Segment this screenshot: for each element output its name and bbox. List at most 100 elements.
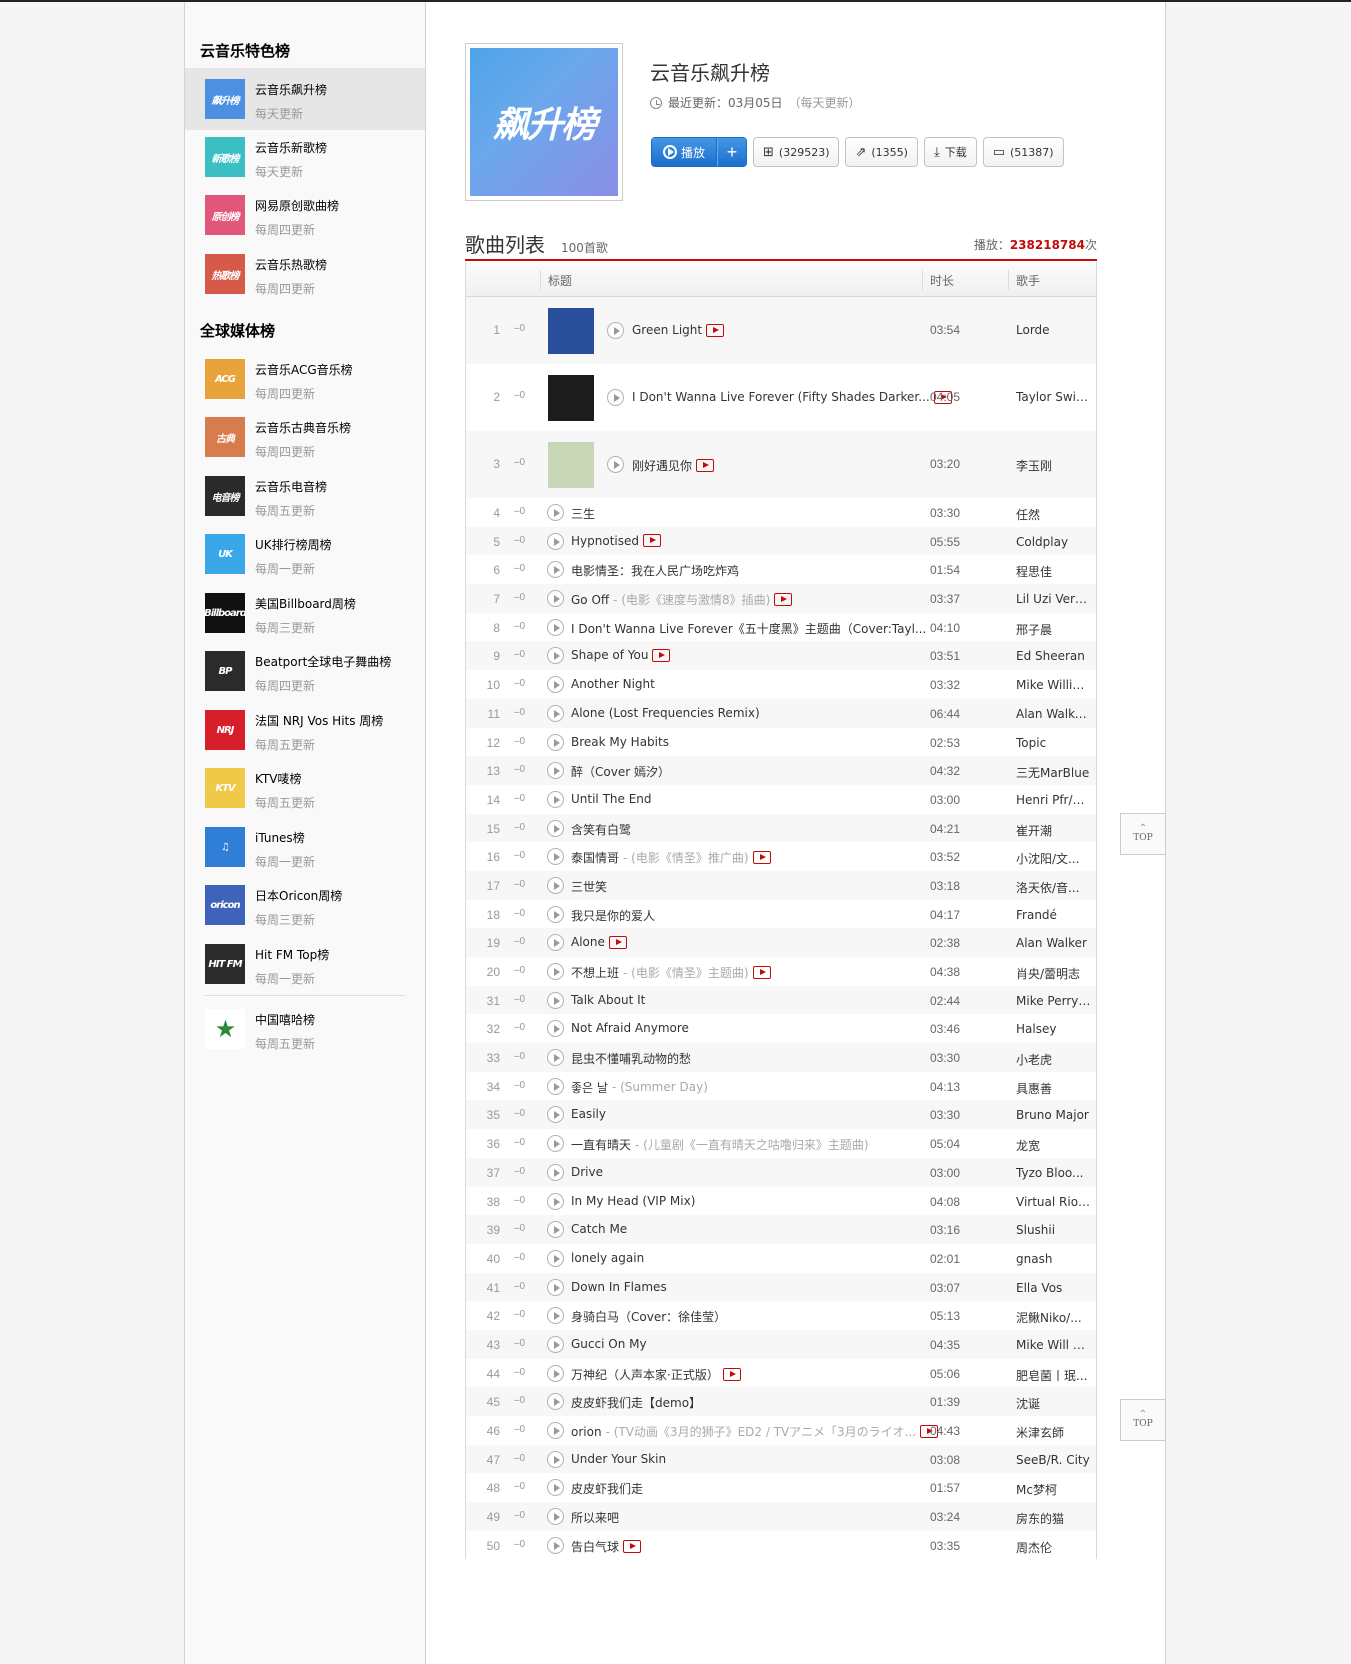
sidebar-item[interactable]: ♫ iTunes榜 每周一更新: [185, 816, 425, 878]
album-thumbnail[interactable]: [548, 375, 594, 421]
table-row[interactable]: 6 –0 电影情圣：我在人民广场吃炸鸡 01:54 程思佳: [466, 555, 1096, 584]
play-circle-icon[interactable]: [547, 1450, 564, 1468]
collect-button[interactable]: ⊞ (329523): [753, 137, 840, 167]
song-title[interactable]: 刚好遇见你: [632, 457, 715, 474]
table-row[interactable]: 46 –0 orion - (TV动画《3月的狮子》ED2 / TVアニメ「3月のラ…: [466, 1416, 1096, 1445]
table-row[interactable]: 32 –0 Not Afraid Anymore 03:46 Halsey: [466, 1014, 1096, 1043]
sidebar-item[interactable]: UK UK排行榜周榜 每周一更新: [185, 523, 425, 585]
table-row[interactable]: 4 –0 三生 03:30 任然: [466, 498, 1096, 527]
song-title[interactable]: I Don't Wanna Live Forever《五十度黑》主题曲（Cove…: [571, 620, 926, 637]
comment-button[interactable]: ▭ (51387): [982, 137, 1064, 167]
play-circle-icon[interactable]: [547, 504, 564, 521]
song-title[interactable]: Alone: [571, 935, 627, 949]
table-row[interactable]: 3 –0 刚好遇见你 03:20 李玉刚: [466, 431, 1096, 498]
song-title[interactable]: lonely again: [571, 1251, 644, 1265]
song-artist[interactable]: Mike Willia...: [1016, 678, 1091, 692]
song-title[interactable]: 含笑有白鹭: [571, 821, 631, 838]
sidebar-item[interactable]: ACG 云音乐ACG音乐榜 每周四更新: [185, 348, 425, 410]
song-title[interactable]: 告白气球: [571, 1538, 642, 1555]
song-title[interactable]: 醉（Cover 嫣汐）: [571, 763, 670, 780]
play-circle-icon[interactable]: [547, 1364, 564, 1382]
play-circle-icon[interactable]: [547, 819, 564, 837]
back-to-top-button[interactable]: ⌃ TOP: [1120, 813, 1166, 855]
download-button[interactable]: ⤓ 下载: [923, 137, 977, 167]
table-row[interactable]: 20 –0 不想上班 - (电影《情圣》主题曲) 04:38 肖央/蕾明志: [466, 957, 1096, 986]
play-circle-icon[interactable]: [547, 1307, 564, 1325]
play-circle-icon[interactable]: [547, 848, 564, 866]
play-circle-icon[interactable]: [547, 1192, 564, 1210]
song-artist[interactable]: Henri Pfr/R...: [1016, 793, 1091, 807]
song-title[interactable]: 万神纪（人声本家·正式版）: [571, 1366, 741, 1383]
song-title[interactable]: orion - (TV动画《3月的狮子》ED2 / TVアニメ「3月のライオ..…: [571, 1423, 939, 1440]
table-row[interactable]: 44 –0 万神纪（人声本家·正式版） 05:06 肥皂菌丨珉...: [466, 1359, 1096, 1388]
song-artist[interactable]: 肖央/蕾明志: [1016, 965, 1091, 982]
play-circle-icon[interactable]: [547, 1393, 564, 1411]
play-circle-icon[interactable]: [607, 322, 624, 339]
play-circle-icon[interactable]: [547, 704, 564, 722]
song-artist[interactable]: 李玉刚: [1016, 457, 1091, 474]
table-row[interactable]: 16 –0 泰国情哥 - (电影《情圣》推广曲) 03:52 小沈阳/文...: [466, 842, 1096, 871]
play-circle-icon[interactable]: [547, 647, 564, 665]
sidebar-item[interactable]: 热歌榜 云音乐热歌榜 每周四更新: [185, 243, 425, 305]
play-circle-icon[interactable]: [547, 1422, 564, 1439]
song-artist[interactable]: 邢子晨: [1016, 621, 1091, 638]
song-title[interactable]: 三世笑: [571, 878, 607, 895]
song-title[interactable]: 泰国情哥 - (电影《情圣》推广曲): [571, 849, 771, 866]
sidebar-item[interactable]: 原创榜 网易原创歌曲榜 每周四更新: [185, 184, 425, 246]
play-circle-icon[interactable]: [607, 456, 624, 473]
song-title[interactable]: 三生: [571, 505, 595, 522]
back-to-top-button[interactable]: ⌃ TOP: [1120, 1399, 1166, 1441]
song-artist[interactable]: 小老虎: [1016, 1051, 1091, 1068]
play-circle-icon[interactable]: [547, 1135, 564, 1153]
song-title[interactable]: Until The End: [571, 792, 652, 806]
song-title[interactable]: Gucci On My: [571, 1337, 647, 1351]
table-row[interactable]: 39 –0 Catch Me 03:16 Slushii: [466, 1215, 1096, 1244]
play-circle-icon[interactable]: [547, 1077, 564, 1095]
song-artist[interactable]: Alan Walker: [1016, 936, 1091, 950]
song-title[interactable]: In My Head (VIP Mix): [571, 1194, 695, 1208]
song-title[interactable]: Another Night: [571, 677, 655, 691]
table-row[interactable]: 10 –0 Another Night 03:32 Mike Willia...: [466, 670, 1096, 699]
table-row[interactable]: 40 –0 lonely again 02:01 gnash: [466, 1244, 1096, 1273]
song-artist[interactable]: 小沈阳/文...: [1016, 850, 1091, 867]
table-row[interactable]: 9 –0 Shape of You 03:51 Ed Sheeran: [466, 641, 1096, 671]
mv-icon[interactable]: [774, 593, 793, 607]
song-title[interactable]: Not Afraid Anymore: [571, 1021, 689, 1035]
song-artist[interactable]: 程思佳: [1016, 563, 1091, 580]
mv-icon[interactable]: [722, 1367, 741, 1381]
song-artist[interactable]: 泥鳅Niko/...: [1016, 1309, 1091, 1326]
sidebar-item[interactable]: 电音榜 云音乐电音榜 每周五更新: [185, 465, 425, 527]
mv-icon[interactable]: [652, 648, 671, 662]
play-circle-icon[interactable]: [547, 762, 564, 780]
song-artist[interactable]: Topic: [1016, 736, 1091, 750]
song-title[interactable]: Shape of You: [571, 648, 671, 662]
play-circle-icon[interactable]: [547, 1163, 564, 1181]
sidebar-item[interactable]: Billboard 美国Billboard周榜 每周三更新: [185, 582, 425, 644]
play-button[interactable]: 播放: [651, 137, 717, 167]
sidebar-item[interactable]: oricon 日本Oricon周榜 每周三更新: [185, 874, 425, 936]
song-artist[interactable]: Slushii: [1016, 1223, 1091, 1237]
play-circle-icon[interactable]: [547, 1020, 564, 1038]
song-artist[interactable]: 崔开潮: [1016, 822, 1091, 839]
table-row[interactable]: 31 –0 Talk About It 02:44 Mike Perry/...: [466, 985, 1096, 1015]
table-row[interactable]: 18 –0 我只是你的爱人 04:17 Frandé: [466, 900, 1096, 929]
song-artist[interactable]: Mc梦柯: [1016, 1481, 1091, 1498]
song-title[interactable]: Go Off - (电影《速度与激情8》插曲): [571, 591, 793, 608]
song-artist[interactable]: Mike Will M...: [1016, 1338, 1091, 1352]
table-row[interactable]: 15 –0 含笑有白鹭 04:21 崔开潮: [466, 813, 1096, 843]
play-circle-icon[interactable]: [547, 676, 564, 694]
song-title[interactable]: Break My Habits: [571, 735, 669, 749]
play-circle-icon[interactable]: [547, 963, 564, 980]
sidebar-item[interactable]: 飙升榜 云音乐飙升榜 每天更新: [185, 68, 425, 130]
sidebar-item[interactable]: BP Beatport全球电子舞曲榜 每周四更新: [185, 640, 425, 702]
song-artist[interactable]: 任然: [1016, 506, 1091, 523]
song-artist[interactable]: 具惠善: [1016, 1080, 1091, 1097]
table-row[interactable]: 47 –0 Under Your Skin 03:08 SeeB/R. City: [466, 1444, 1096, 1474]
play-circle-icon[interactable]: [547, 618, 564, 636]
sidebar-item[interactable]: 新歌榜 云音乐新歌榜 每天更新: [185, 126, 425, 188]
table-row[interactable]: 19 –0 Alone 02:38 Alan Walker: [466, 928, 1096, 957]
song-artist[interactable]: Bruno Major: [1016, 1108, 1091, 1122]
song-title[interactable]: Drive: [571, 1165, 603, 1179]
play-circle-icon[interactable]: [547, 1536, 564, 1554]
song-artist[interactable]: 三无MarBlue: [1016, 764, 1091, 781]
